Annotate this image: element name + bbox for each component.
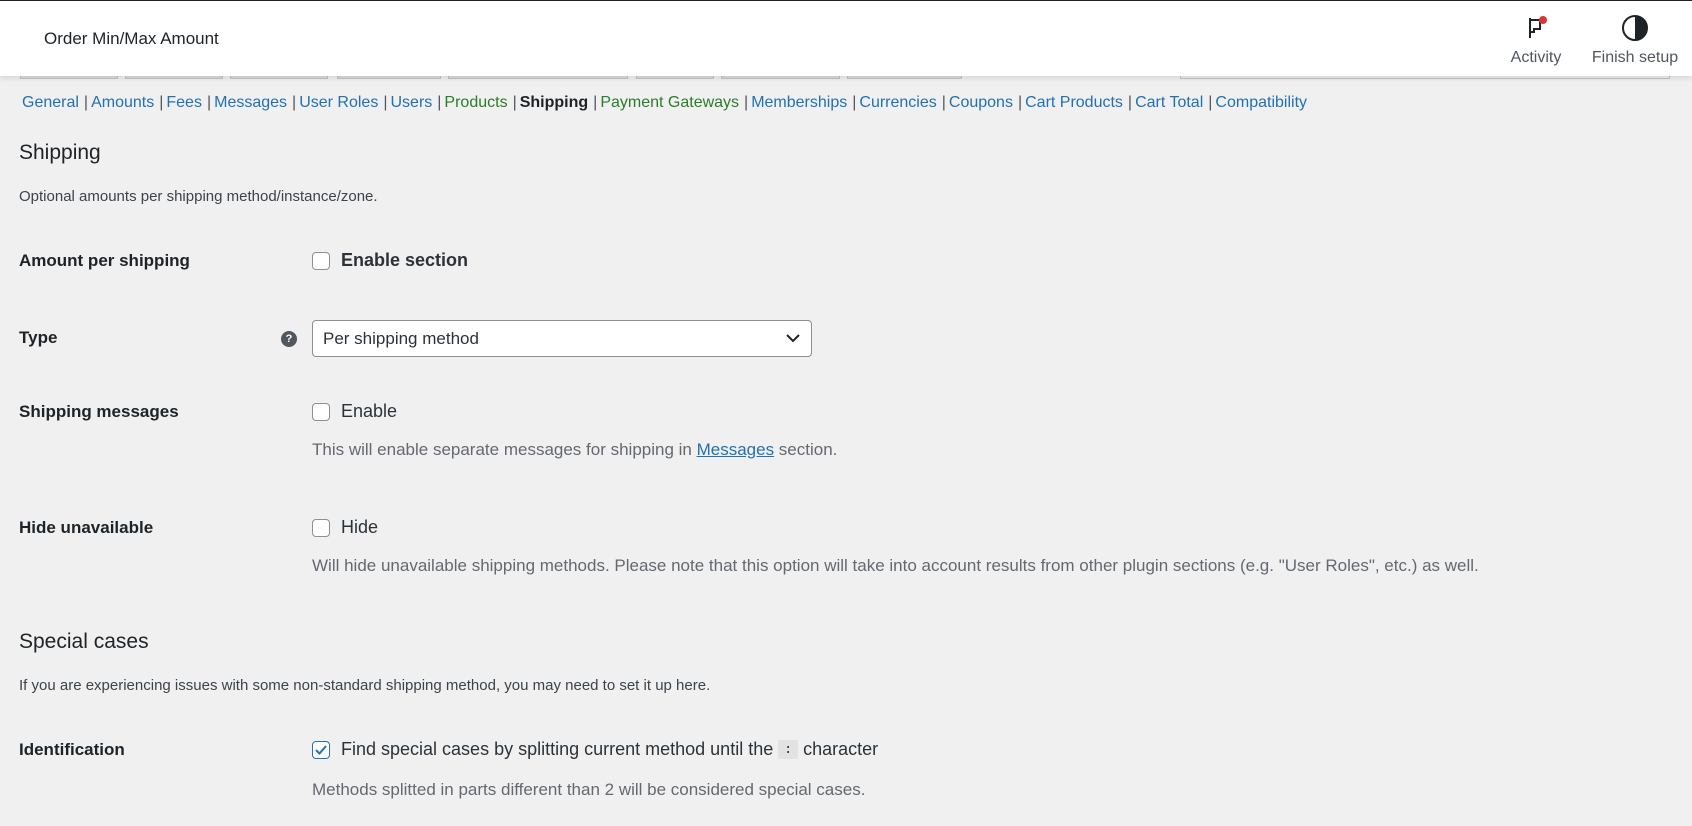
- checkmark-icon: [315, 744, 327, 755]
- subnav-separator: |: [206, 94, 212, 111]
- subnav-link-amounts[interactable]: Amounts: [91, 94, 154, 111]
- subnav-link-compatibility[interactable]: Compatibility: [1215, 94, 1307, 111]
- activity-button[interactable]: Activity: [1481, 11, 1591, 67]
- finish-setup-button[interactable]: Finish setup: [1580, 11, 1690, 67]
- notification-dot: [1539, 16, 1547, 24]
- subnav-separator: |: [159, 94, 164, 111]
- subnav-separator: |: [512, 94, 517, 111]
- enable-section-checkbox-field[interactable]: Enable section: [312, 250, 468, 271]
- subnav-separator: |: [941, 94, 946, 111]
- subnav-separator: |: [83, 94, 89, 111]
- subnav-separator: |: [1017, 94, 1023, 111]
- shipping-messages-help-before: This will enable separate messages for s…: [312, 440, 697, 459]
- subnav-separator: |: [437, 94, 442, 111]
- activity-label: Activity: [1510, 49, 1562, 66]
- messages-link[interactable]: Messages: [697, 440, 774, 459]
- subnav-separator: |: [852, 94, 857, 111]
- type-select[interactable]: Per shipping method: [312, 320, 812, 357]
- subnav-link-currencies[interactable]: Currencies: [859, 94, 936, 111]
- shipping-description: Optional amounts per shipping method/ins…: [19, 188, 378, 205]
- subnav-link-coupons[interactable]: Coupons: [949, 94, 1013, 111]
- identification-checkbox-field[interactable]: Find special cases by splitting current …: [312, 739, 878, 760]
- shipping-messages-checkbox-label: Enable: [341, 401, 398, 421]
- flag-icon: [1529, 16, 1547, 38]
- amount-per-shipping-label: Amount per shipping: [19, 251, 190, 270]
- type-select-value: Per shipping method: [323, 329, 479, 348]
- subnav-separator: |: [383, 94, 388, 111]
- shipping-messages-checkbox-field[interactable]: Enable: [312, 401, 397, 422]
- subnav-link-payment-gateways[interactable]: Payment Gateways: [600, 94, 739, 111]
- subnav-link-messages[interactable]: Messages: [214, 94, 287, 111]
- identification-text-after: character: [803, 739, 879, 759]
- identification-help: Methods splitted in parts different than…: [312, 780, 866, 799]
- subnav-link-shipping[interactable]: Shipping: [520, 94, 588, 111]
- hide-unavailable-checkbox-label: Hide: [341, 517, 379, 537]
- identification-label: Identification: [19, 740, 125, 759]
- subnav-link-memberships[interactable]: Memberships: [751, 94, 847, 111]
- shipping-messages-help: This will enable separate messages for s…: [312, 440, 837, 460]
- subnav-link-fees[interactable]: Fees: [166, 94, 202, 111]
- hide-unavailable-help: Will hide unavailable shipping methods. …: [312, 556, 1479, 575]
- subnav-link-cart-products[interactable]: Cart Products: [1025, 94, 1123, 111]
- subnav-link-cart-total[interactable]: Cart Total: [1135, 94, 1203, 111]
- subnav-link-general[interactable]: General: [22, 94, 79, 111]
- special-cases-description: If you are experiencing issues with some…: [19, 677, 711, 694]
- help-icon[interactable]: ?: [281, 331, 297, 347]
- subnav-link-user-roles[interactable]: User Roles: [299, 94, 378, 111]
- subnav-separator: |: [1208, 94, 1213, 111]
- half-circle-icon: [1622, 15, 1648, 41]
- enable-section-checkbox[interactable]: [312, 251, 330, 270]
- type-label: Type: [19, 328, 58, 347]
- special-cases-heading: Special cases: [19, 630, 149, 653]
- subnav-separator: |: [292, 94, 297, 111]
- shipping-messages-help-after: section.: [774, 440, 838, 459]
- hide-unavailable-label: Hide unavailable: [19, 518, 154, 537]
- finish-setup-label: Finish setup: [1591, 49, 1679, 66]
- subnav-separator: |: [1127, 94, 1133, 111]
- chevron-down-icon: [786, 334, 800, 343]
- subnav-separator: |: [744, 94, 749, 111]
- subnav-separator: |: [593, 94, 598, 111]
- subnav-link-users[interactable]: Users: [390, 94, 432, 111]
- page-title: Order Min/Max Amount: [44, 29, 219, 48]
- section-subnav: General | Amounts | Fees | Messages | User Roles…: [22, 94, 1307, 112]
- split-character-code: :: [778, 740, 799, 759]
- shipping-heading: Shipping: [19, 141, 101, 164]
- top-header: Order Min/Max Amount Activity Finish set…: [0, 0, 1692, 76]
- hide-unavailable-checkbox[interactable]: [312, 518, 330, 537]
- shipping-messages-checkbox[interactable]: [312, 402, 330, 421]
- hide-unavailable-checkbox-field[interactable]: Hide: [312, 517, 378, 538]
- identification-checkbox[interactable]: [312, 740, 330, 759]
- enable-section-label: Enable section: [341, 250, 469, 270]
- shipping-messages-label: Shipping messages: [19, 402, 179, 421]
- subnav-link-products[interactable]: Products: [444, 94, 507, 111]
- identification-text-before: Find special cases by splitting current …: [341, 739, 774, 759]
